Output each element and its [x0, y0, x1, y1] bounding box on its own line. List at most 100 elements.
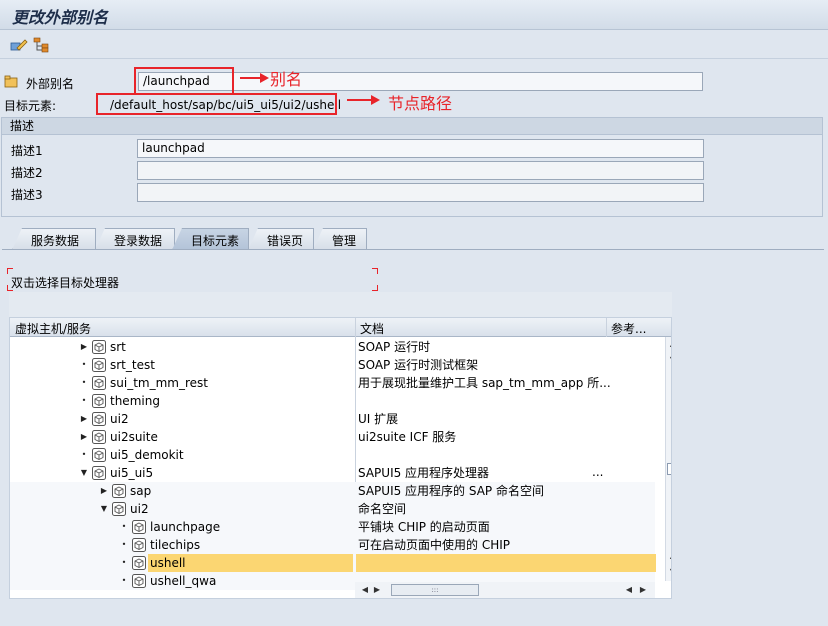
tree-node-name[interactable]: ui2: [110, 410, 129, 428]
desc3-label: 描述3: [11, 188, 43, 202]
tree-toolbar-area: [9, 292, 672, 317]
tree-node-doc: SAPUI5 应用程序处理器: [358, 466, 490, 480]
scroll-right-icon[interactable]: ▶: [371, 585, 383, 594]
desc2-input[interactable]: [137, 161, 704, 180]
scroll-left-icon[interactable]: ◀: [359, 585, 371, 594]
scroll-page-left-icon[interactable]: ◀: [623, 585, 635, 594]
tree-row[interactable]: ▼ ui5_ui5 SAPUI5 应用程序处理器...: [10, 464, 655, 482]
service-node-icon: [112, 502, 126, 516]
tree-row[interactable]: • ui5_demokit: [10, 446, 655, 464]
window-title: 更改外部别名: [12, 8, 109, 27]
tree-row[interactable]: ▶ ui2 UI 扩展: [10, 410, 655, 428]
tree-node-name[interactable]: ui2suite: [110, 428, 158, 446]
hint-corner-tr: [372, 268, 378, 274]
service-node-icon: [132, 574, 146, 588]
tree-row[interactable]: • launchpage 平铺块 CHIP 的启动页面: [10, 518, 655, 536]
alias-row-icon: [4, 74, 18, 91]
service-node-icon: [92, 466, 106, 480]
tree-node-name[interactable]: tilechips: [150, 536, 200, 554]
desc1-label: 描述1: [11, 144, 43, 158]
scroll-page-down-icon[interactable]: ▼: [667, 567, 671, 576]
service-node-icon: [92, 430, 106, 444]
tree-node-name[interactable]: srt: [110, 338, 126, 356]
tree-horizontal-scrollbar[interactable]: ◀ ▶ ::: ◀ ▶: [355, 582, 655, 598]
tree-node-name[interactable]: ui5_demokit: [110, 446, 184, 464]
tree-row[interactable]: • theming: [10, 392, 655, 410]
h-scroll-thumb[interactable]: :::: [391, 584, 479, 596]
tree-row[interactable]: • srt_test SOAP 运行时测试框架: [10, 356, 655, 374]
tree-node-name[interactable]: ushell_qwa: [150, 572, 216, 590]
leaf-bullet-icon: •: [121, 540, 127, 549]
hint-corner-br: [372, 285, 378, 291]
tree-row[interactable]: ▶ ui2suite ui2suite ICF 服务: [10, 428, 655, 446]
service-node-icon: [132, 556, 146, 570]
tree-node-name[interactable]: ui5_ui5: [110, 464, 153, 482]
selected-row-highlight: [356, 554, 656, 572]
tree-node-name[interactable]: sap: [130, 482, 151, 500]
tree-node-doc: 命名空间: [358, 502, 407, 516]
alias-annotation: 别名: [270, 70, 303, 89]
description-group-title: 描述: [2, 118, 822, 135]
scroll-thumb[interactable]: [667, 463, 671, 475]
tree-row[interactable]: ▼ ui2 命名空间: [10, 500, 655, 518]
tab-service-data[interactable]: 服务数据: [12, 228, 96, 250]
expand-icon[interactable]: ▶: [80, 410, 88, 428]
service-node-icon: [132, 520, 146, 534]
description-group: 描述 描述1 launchpad 描述2 描述3: [1, 117, 823, 217]
tree-node-doc: 平铺块 CHIP 的启动页面: [358, 520, 490, 534]
tree-row[interactable]: ▶ sap SAPUI5 应用程序的 SAP 命名空间: [10, 482, 655, 500]
collapse-icon[interactable]: ▼: [80, 464, 88, 482]
tree-node-doc: UI 扩展: [358, 412, 399, 426]
application-toolbar: [0, 31, 828, 59]
title-bar: 更改外部别名: [0, 0, 828, 30]
leaf-bullet-icon: •: [81, 378, 87, 387]
leaf-bullet-icon: •: [121, 558, 127, 567]
service-tree[interactable]: 虚拟主机/服务 文档 参考... ▶ srt SOAP 运行时 • srt_test SO…: [9, 317, 672, 599]
tree-node-name[interactable]: srt_test: [110, 356, 155, 374]
desc3-input[interactable]: [137, 183, 704, 202]
expand-icon[interactable]: ▶: [80, 338, 88, 356]
panel-hint: 双击选择目标处理器: [11, 276, 120, 290]
col-header-doc[interactable]: 文档: [360, 320, 384, 337]
tree-node-doc: 可在启动页面中使用的 CHIP: [358, 538, 510, 552]
tab-administration[interactable]: 管理: [313, 228, 367, 250]
service-node-icon: [92, 340, 106, 354]
more-indicator[interactable]: ...: [592, 464, 603, 480]
scroll-page-right-icon[interactable]: ▶: [637, 585, 649, 594]
expand-icon[interactable]: ▶: [80, 428, 88, 446]
leaf-bullet-icon: •: [121, 576, 127, 585]
leaf-bullet-icon: •: [81, 396, 87, 405]
leaf-bullet-icon: •: [81, 450, 87, 459]
col-header-ref[interactable]: 参考...: [611, 320, 646, 337]
scroll-page-up-icon[interactable]: ▲: [667, 551, 671, 560]
scroll-down-icon[interactable]: ▼: [667, 355, 671, 364]
tree-node-name[interactable]: ushell: [148, 554, 353, 572]
target-label: 目标元素:: [4, 99, 57, 113]
tree-row[interactable]: • ushell: [10, 554, 656, 572]
scroll-up-icon[interactable]: ▲: [667, 339, 671, 348]
display-change-icon[interactable]: [10, 37, 28, 53]
tree-node-name[interactable]: theming: [110, 392, 160, 410]
tab-target-element[interactable]: 目标元素: [172, 228, 249, 250]
tree-node-name[interactable]: launchpage: [150, 518, 220, 536]
tree-row[interactable]: ▶ srt SOAP 运行时: [10, 338, 655, 356]
tree-node-name[interactable]: sui_tm_mm_rest: [110, 374, 208, 392]
tree-node-doc: SOAP 运行时测试框架: [358, 358, 479, 372]
collapse-icon[interactable]: ▼: [100, 500, 108, 518]
tree-vertical-scrollbar[interactable]: ▲ ▼ ▲ ▼: [665, 337, 671, 581]
hierarchy-icon[interactable]: [33, 37, 51, 53]
tree-row[interactable]: • tilechips 可在启动页面中使用的 CHIP: [10, 536, 655, 554]
tree-node-doc: SAPUI5 应用程序的 SAP 命名空间: [358, 484, 544, 498]
col-header-service[interactable]: 虚拟主机/服务: [15, 320, 91, 337]
tree-row[interactable]: • sui_tm_mm_rest 用于展现批量维护工具 sap_tm_mm_app …: [10, 374, 655, 392]
node-path-annotation: 节点路径: [388, 94, 453, 113]
tab-logon-data[interactable]: 登录数据: [95, 228, 175, 250]
tree-node-doc: SOAP 运行时: [358, 340, 431, 354]
desc1-input[interactable]: launchpad: [137, 139, 704, 158]
tab-error-pages[interactable]: 错误页: [248, 228, 314, 250]
service-node-icon: [92, 376, 106, 390]
alias-arrow-icon: [240, 73, 269, 83]
tree-node-name[interactable]: ui2: [130, 500, 149, 518]
expand-icon[interactable]: ▶: [100, 482, 108, 500]
service-node-icon: [92, 394, 106, 408]
